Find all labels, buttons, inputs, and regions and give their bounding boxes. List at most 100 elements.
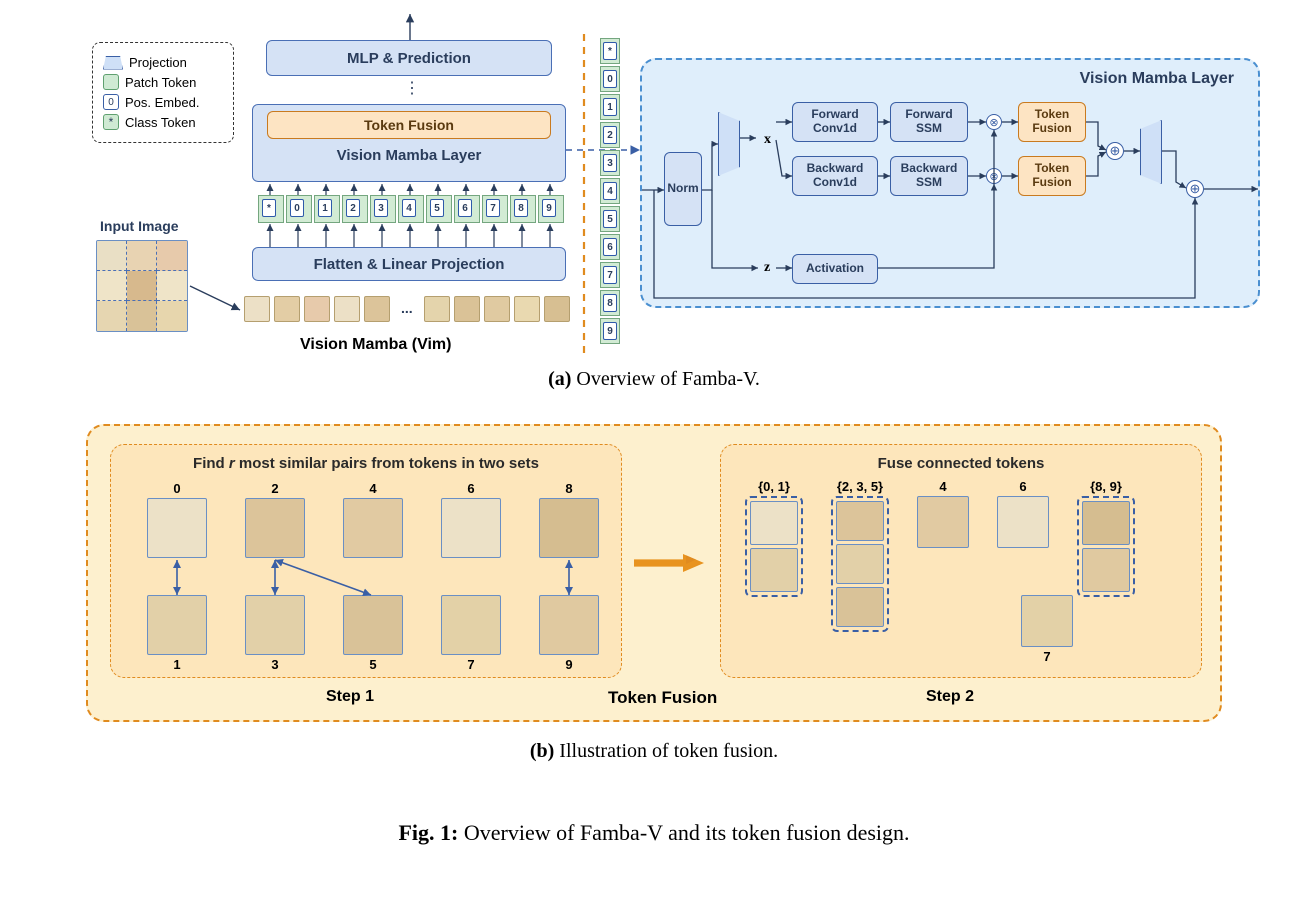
legend-box: Projection Patch Token 0 Pos. Embed. * C…	[92, 42, 234, 143]
vtoken-9: 9	[600, 318, 622, 346]
caption-b-label: (b)	[530, 740, 554, 762]
caption-a-text: Overview of Famba-V.	[576, 368, 759, 390]
vtoken-4: 4	[600, 178, 622, 206]
token-9: 9	[538, 195, 566, 228]
legend-class-token-label: Class Token	[125, 115, 196, 130]
step1-top-8: 8	[539, 481, 599, 558]
vim-layer-block: Token Fusion Vision Mamba Layer	[252, 104, 566, 182]
token-1: 1	[314, 195, 342, 228]
step2-title: Fuse connected tokens	[721, 455, 1201, 472]
patch-row-ellipsis: ...	[401, 300, 413, 316]
token-fusion-backward-block: Token Fusion	[1018, 156, 1086, 196]
caption-b: (b) Illustration of token fusion.	[0, 740, 1308, 763]
group-4-label: 4	[917, 479, 969, 494]
token-6: 6	[454, 195, 482, 228]
projection-icon	[103, 56, 123, 70]
group-7-box	[1021, 595, 1073, 647]
forward-ssm-block: Forward SSM	[890, 102, 968, 142]
step1-label: Step 1	[326, 688, 374, 706]
token-0: 0	[286, 195, 314, 228]
vtoken-1: 1	[600, 94, 622, 122]
token-2: 2	[342, 195, 370, 228]
step1-top-0: 0	[147, 481, 207, 558]
step1-title: Find r most similar pairs from tokens in…	[111, 455, 621, 472]
token-fusion-strip: Token Fusion	[267, 111, 551, 139]
token-4: 4	[398, 195, 426, 228]
patch-chip-row-2	[424, 296, 570, 322]
plus-residual-icon: ⊕	[1186, 180, 1204, 198]
norm-block: Norm	[664, 152, 702, 226]
step1-top-row: 02468	[147, 481, 599, 558]
figure-caption-label: Fig. 1:	[398, 820, 458, 845]
z-label: z	[764, 260, 770, 276]
step1-bot-5: 5	[343, 595, 403, 672]
token-3: 3	[370, 195, 398, 228]
step1-bot-7: 7	[441, 595, 501, 672]
input-image-grid	[96, 240, 188, 332]
token-fusion-forward-block: Token Fusion	[1018, 102, 1086, 142]
group-4-box	[917, 496, 969, 548]
group-6-label: 6	[997, 479, 1049, 494]
panel-b: Find r most similar pairs from tokens in…	[86, 424, 1222, 722]
step1-top-4: 4	[343, 481, 403, 558]
step2-label: Step 2	[926, 688, 974, 706]
group-4: 4	[917, 479, 969, 548]
legend-projection-label: Projection	[129, 55, 187, 70]
fusion-arrow	[634, 554, 704, 572]
patch-chip-row	[244, 296, 390, 322]
vml-title: Vision Mamba Layer	[1080, 70, 1234, 88]
legend-projection: Projection	[103, 55, 223, 70]
caption-a-label: (a)	[548, 368, 571, 390]
patch-token-icon	[103, 74, 119, 90]
vertical-token-column: *0123456789	[600, 38, 622, 346]
group-0-1: {0, 1}	[745, 479, 803, 597]
step2-groups-row: {0, 1} {2, 3, 5} 4	[745, 479, 1135, 632]
legend-patch-token-label: Patch Token	[125, 75, 196, 90]
vtoken-6: 6	[600, 234, 622, 262]
group-2-3-5: {2, 3, 5}	[831, 479, 889, 632]
vml-panel: Vision Mamba Layer Norm x z Forward Conv…	[640, 58, 1260, 308]
figure-caption: Fig. 1: Overview of Famba-V and its toke…	[0, 820, 1308, 846]
token-fusion-label: Token Fusion	[608, 688, 717, 708]
group-8-9-box	[1077, 496, 1135, 597]
step1-bot-1: 1	[147, 595, 207, 672]
caption-a: (a) Overview of Famba-V.	[0, 368, 1308, 391]
group-6-box	[997, 496, 1049, 548]
step1-panel: Find r most similar pairs from tokens in…	[110, 444, 622, 678]
legend-pos-embed: 0 Pos. Embed.	[103, 94, 223, 110]
input-image-label: Input Image	[100, 218, 179, 234]
step2-panel: Fuse connected tokens {0, 1} {2, 3, 5}	[720, 444, 1202, 678]
group-0-1-label: {0, 1}	[745, 479, 803, 494]
group-6: 6	[997, 479, 1049, 548]
mult-backward-icon: ⊗	[986, 168, 1002, 184]
legend-pos-embed-label: Pos. Embed.	[125, 95, 199, 110]
token-*: *	[258, 195, 286, 228]
vtoken-*: *	[600, 38, 622, 66]
step1-bot-9: 9	[539, 595, 599, 672]
mlp-prediction-block: MLP & Prediction	[266, 40, 552, 76]
group-2-3-5-box	[831, 496, 889, 632]
group-8-9-label: {8, 9}	[1077, 479, 1135, 494]
pos-embed-icon: 0	[103, 94, 119, 110]
class-token-icon: *	[103, 114, 119, 130]
backward-ssm-block: Backward SSM	[890, 156, 968, 196]
legend-patch-token: Patch Token	[103, 74, 223, 90]
group-8-9: {8, 9}	[1077, 479, 1135, 597]
group-7-label: 7	[1021, 649, 1073, 664]
group-2-3-5-label: {2, 3, 5}	[831, 479, 889, 494]
vtoken-5: 5	[600, 206, 622, 234]
vtoken-7: 7	[600, 262, 622, 290]
backward-conv1d-block: Backward Conv1d	[792, 156, 878, 196]
group-0-1-box	[745, 496, 803, 597]
token-7: 7	[482, 195, 510, 228]
vtoken-8: 8	[600, 290, 622, 318]
x-label: x	[764, 132, 771, 148]
split-projection-trapezoid	[718, 112, 740, 176]
activation-block: Activation	[792, 254, 878, 284]
token-8: 8	[510, 195, 538, 228]
token-5: 5	[426, 195, 454, 228]
vim-layer-label: Vision Mamba Layer	[253, 147, 565, 164]
group-7: 7	[1021, 595, 1073, 664]
token-row: *0123456789	[258, 195, 566, 228]
step1-bot-3: 3	[245, 595, 305, 672]
